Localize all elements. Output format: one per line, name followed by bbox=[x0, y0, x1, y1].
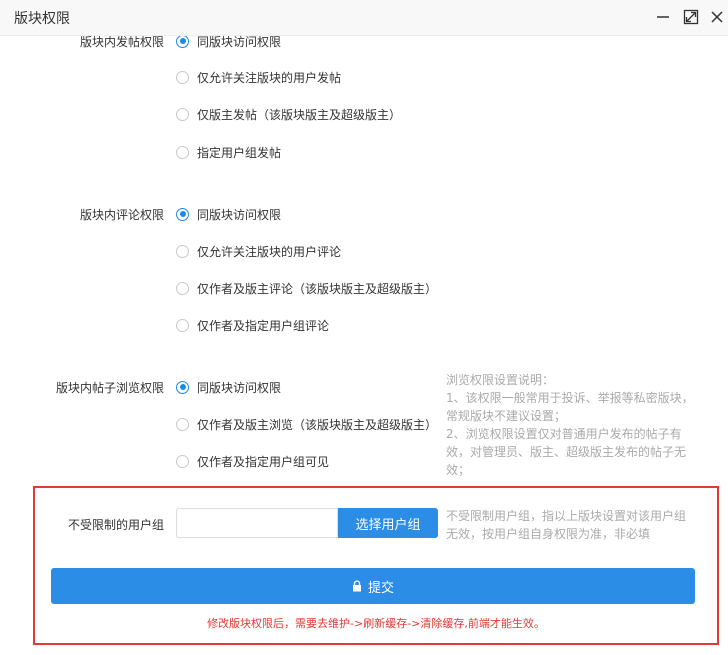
comment-permission-label: 版块内评论权限 bbox=[79, 208, 164, 222]
posting-option-same-access[interactable]: 同版块访问权限 bbox=[176, 36, 281, 49]
browse-permission-note: 浏览权限设置说明： 1、该权限一般常用于投诉、举报等私密版块， 常规版块不建议设… bbox=[446, 371, 706, 479]
comment-option-author-moderators[interactable]: 仅作者及版主评论（该版块版主及超级版主） bbox=[176, 280, 437, 296]
option-label: 同版块访问权限 bbox=[197, 380, 282, 395]
select-user-group-button[interactable]: 选择用户组 bbox=[338, 508, 438, 538]
radio-checked-icon[interactable] bbox=[176, 380, 189, 394]
note-line: 2、浏览权限设置仅对普通用户发布的帖子有 bbox=[446, 427, 682, 441]
unrestricted-group-note: 不受限制用户组，指以上版块设置对该用户组 无效，按用户组自身权限为准，非必填 bbox=[446, 507, 704, 543]
radio-icon[interactable] bbox=[176, 454, 189, 468]
radio-icon[interactable] bbox=[176, 244, 189, 258]
submit-label: 提交 bbox=[367, 580, 394, 596]
note-line: 效，对管理员、版主、超级版主发布的帖子无 bbox=[446, 445, 687, 459]
note-line: 浏览权限设置说明： bbox=[446, 373, 555, 387]
note-line: 不受限制用户组，指以上版块设置对该用户组 bbox=[446, 509, 687, 523]
option-label: 仅作者及版主评论（该版块版主及超级版主） bbox=[197, 281, 438, 296]
posting-permission-label: 版块内发帖权限 bbox=[79, 36, 164, 49]
option-label: 仅版主发帖（该版块版主及超级版主） bbox=[197, 107, 402, 122]
radio-icon[interactable] bbox=[176, 145, 189, 159]
browse-option-author-user-group[interactable]: 仅作者及指定用户组可见 bbox=[176, 453, 329, 469]
note-line: 常规版块不建议设置； bbox=[446, 409, 567, 423]
minimize-icon[interactable] bbox=[654, 8, 672, 26]
option-label: 仅作者及指定用户组可见 bbox=[197, 454, 330, 469]
comment-option-followers-only[interactable]: 仅允许关注版块的用户评论 bbox=[176, 243, 341, 259]
option-label: 同版块访问权限 bbox=[197, 207, 282, 222]
comment-option-author-user-group[interactable]: 仅作者及指定用户组评论 bbox=[176, 317, 329, 333]
unrestricted-group-label: 不受限制的用户组 bbox=[67, 518, 164, 532]
dialog-title: 版块权限 bbox=[14, 11, 70, 27]
comment-option-same-access[interactable]: 同版块访问权限 bbox=[176, 206, 281, 222]
option-label: 同版块访问权限 bbox=[197, 36, 282, 49]
option-label: 仅作者及指定用户组评论 bbox=[197, 318, 330, 333]
lock-icon bbox=[352, 580, 361, 592]
radio-icon[interactable] bbox=[176, 318, 189, 332]
radio-icon[interactable] bbox=[176, 417, 189, 431]
maximize-icon[interactable] bbox=[682, 8, 700, 26]
close-icon[interactable] bbox=[708, 8, 726, 26]
browse-permission-label: 版块内帖子浏览权限 bbox=[55, 381, 164, 395]
option-label: 仅作者及版主浏览（该版块版主及超级版主） bbox=[197, 417, 438, 432]
radio-checked-icon[interactable] bbox=[176, 36, 189, 48]
radio-checked-icon[interactable] bbox=[176, 207, 189, 221]
cache-warning: 修改版块权限后，需要去维护->刷新缓存->清除缓存,前端才能生效。 bbox=[207, 617, 545, 630]
posting-option-user-group[interactable]: 指定用户组发帖 bbox=[176, 144, 281, 160]
radio-icon[interactable] bbox=[176, 70, 189, 84]
option-label: 仅允许关注版块的用户评论 bbox=[197, 244, 342, 259]
option-label: 指定用户组发帖 bbox=[197, 145, 282, 160]
posting-option-followers-only[interactable]: 仅允许关注版块的用户发帖 bbox=[176, 69, 341, 85]
posting-option-moderators-only[interactable]: 仅版主发帖（该版块版主及超级版主） bbox=[176, 106, 401, 122]
note-line: 效； bbox=[446, 463, 471, 477]
title-bar: 版块权限 bbox=[0, 0, 728, 36]
unrestricted-group-input[interactable] bbox=[176, 508, 338, 538]
submit-button[interactable]: 提交 bbox=[51, 568, 695, 604]
browse-option-same-access[interactable]: 同版块访问权限 bbox=[176, 379, 281, 395]
radio-icon[interactable] bbox=[176, 281, 189, 295]
browse-option-author-moderators[interactable]: 仅作者及版主浏览（该版块版主及超级版主） bbox=[176, 416, 437, 432]
option-label: 仅允许关注版块的用户发帖 bbox=[197, 70, 342, 85]
note-line: 无效，按用户组自身权限为准，非必填 bbox=[446, 527, 651, 541]
radio-icon[interactable] bbox=[176, 107, 189, 121]
dialog-content: 版块内发帖权限 同版块访问权限 仅允许关注版块的用户发帖 仅版主发帖（该版块版主… bbox=[0, 36, 728, 655]
note-line: 1、该权限一般常用于投诉、举报等私密版块， bbox=[446, 391, 694, 405]
